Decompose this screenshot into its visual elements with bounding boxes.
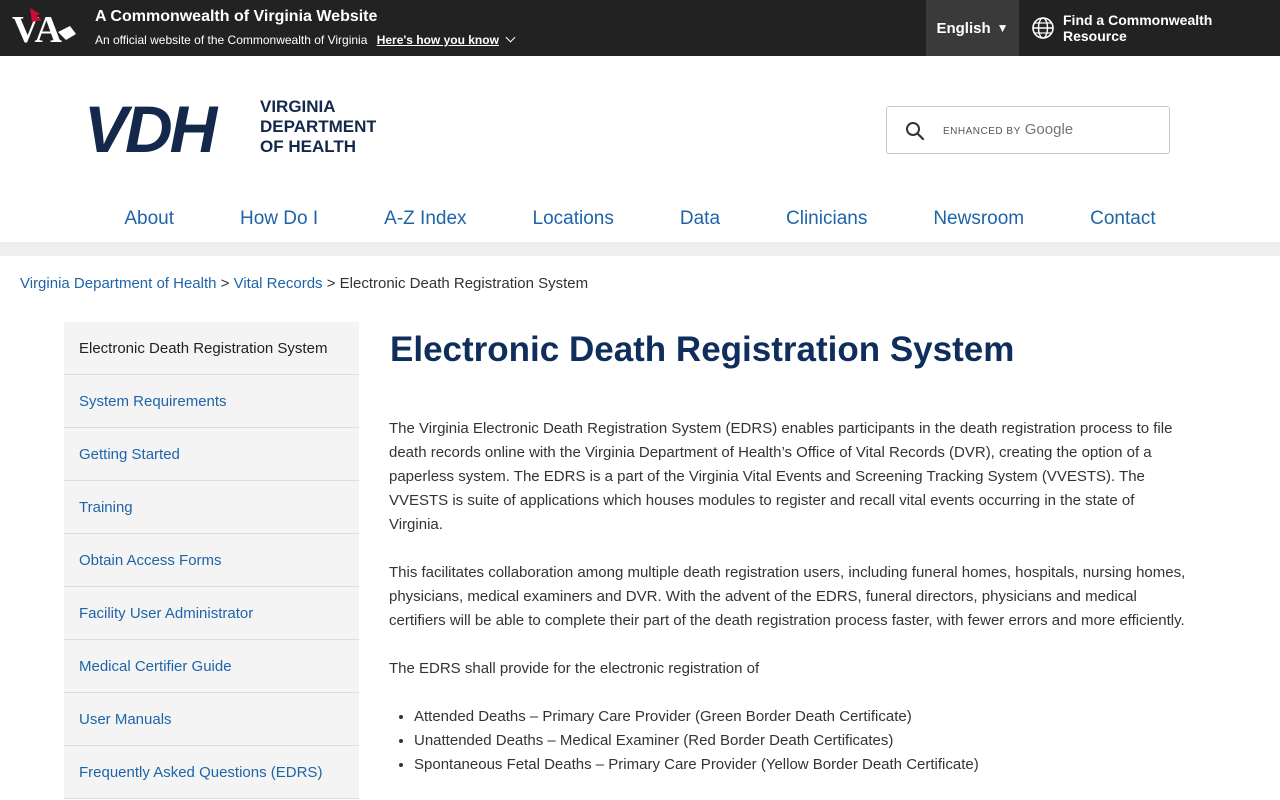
breadcrumb-separator: > — [220, 275, 230, 292]
list-item: Attended Deaths – Primary Care Provider … — [414, 705, 1189, 729]
breadcrumb-current: Electronic Death Registration System — [339, 275, 589, 292]
section-sidebar: Electronic Death Registration System Sys… — [64, 322, 359, 799]
sidebar-item-getting-started[interactable]: Getting Started — [64, 428, 359, 481]
chevron-down-icon — [505, 32, 516, 43]
sidebar-item-faq[interactable]: Frequently Asked Questions (EDRS) — [64, 746, 359, 799]
registration-intro: The EDRS shall provide for the electroni… — [389, 660, 760, 677]
commonwealth-bar: VA A Commonwealth of Virginia Website An… — [0, 0, 1280, 56]
breadcrumb-section-link[interactable]: Vital Records — [234, 275, 323, 292]
vdh-logo-line3: OF HEALTH — [260, 137, 356, 156]
breadcrumb-home-link[interactable]: Virginia Department of Health — [20, 275, 217, 292]
enhanced-by-text: ENHANCED BY — [943, 126, 1021, 137]
sidebar-item-access-forms[interactable]: Obtain Access Forms — [64, 534, 359, 587]
main-content: The Virginia Electronic Death Registrati… — [389, 417, 1189, 777]
language-selector[interactable]: English ▼ — [926, 0, 1019, 56]
find-resource-button[interactable]: Find a Commonwealth Resource — [1019, 0, 1280, 56]
breadcrumb: Virginia Department of Health > Vital Re… — [20, 275, 588, 292]
vdh-logo-line2: DEPARTMENT — [260, 117, 376, 136]
official-site-text: An official website of the Commonwealth … — [95, 33, 368, 47]
breadcrumb-separator: > — [326, 275, 336, 292]
sidebar-item-system-requirements[interactable]: System Requirements — [64, 375, 359, 428]
search-icon[interactable] — [905, 121, 925, 141]
nav-about[interactable]: About — [124, 196, 174, 242]
intro-paragraph: The Virginia Electronic Death Registrati… — [389, 420, 1173, 533]
sidebar-item-facility-admin[interactable]: Facility User Administrator — [64, 587, 359, 640]
list-item: Unattended Deaths – Medical Examiner (Re… — [414, 729, 1189, 753]
sidebar-item-training[interactable]: Training — [64, 481, 359, 534]
page-title: Electronic Death Registration System — [390, 330, 1015, 369]
list-item: Spontaneous Fetal Deaths – Primary Care … — [414, 753, 1189, 777]
commonwealth-subtitle: An official website of the Commonwealth … — [95, 32, 516, 47]
google-wordmark: Google — [1024, 121, 1074, 138]
vdh-logo[interactable]: VDH VIRGINIA DEPARTMENT OF HEALTH — [84, 94, 376, 158]
nav-a-z-index[interactable]: A-Z Index — [384, 196, 466, 242]
globe-icon — [1032, 17, 1054, 39]
nav-how-do-i[interactable]: How Do I — [240, 196, 318, 242]
main-navigation: About How Do I A-Z Index Locations Data … — [0, 196, 1280, 242]
nav-newsroom[interactable]: Newsroom — [933, 196, 1024, 242]
vdh-logo-line1: VIRGINIA — [260, 97, 336, 116]
google-branding: ENHANCED BY Google — [943, 121, 1073, 138]
nav-data[interactable]: Data — [680, 196, 720, 242]
commonwealth-title: A Commonwealth of Virginia Website — [95, 8, 378, 25]
sidebar-item-user-manuals[interactable]: User Manuals — [64, 693, 359, 746]
sidebar-item-edrs[interactable]: Electronic Death Registration System — [64, 322, 359, 375]
nav-locations[interactable]: Locations — [533, 196, 614, 242]
registration-list: Attended Deaths – Primary Care Provider … — [389, 705, 1189, 777]
sidebar-item-medical-certifier[interactable]: Medical Certifier Guide — [64, 640, 359, 693]
find-resource-label: Find a Commonwealth Resource — [1063, 12, 1213, 44]
virginia-cardinal-logo[interactable]: VA — [10, 4, 80, 48]
site-search-input[interactable]: ENHANCED BY Google — [886, 106, 1170, 154]
how-you-know-link[interactable]: Here's how you know — [376, 32, 516, 47]
language-label: English — [936, 19, 991, 37]
nav-clinicians[interactable]: Clinicians — [786, 196, 867, 242]
collaboration-paragraph: This facilitates collaboration among mul… — [389, 564, 1186, 629]
how-you-know-label: Here's how you know — [376, 33, 499, 47]
caret-down-icon: ▼ — [996, 21, 1009, 35]
nav-contact[interactable]: Contact — [1090, 196, 1155, 242]
nav-divider — [0, 242, 1280, 256]
vdh-logo-mark: VDH — [84, 94, 219, 158]
